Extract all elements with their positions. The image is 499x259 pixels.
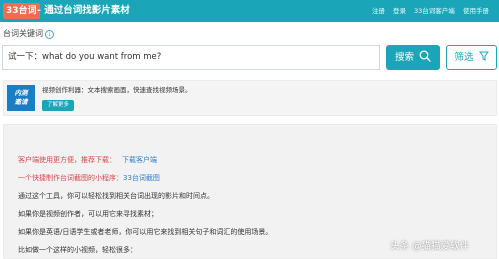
nav-client[interactable]: 33台词客户端 (414, 0, 455, 22)
search-button[interactable]: 搜索 (386, 45, 440, 70)
top-bar: 33台词 - 通过台词找影片素材 注册 登录 33台词客户端 使用手册 (0, 0, 499, 22)
search-label-text: 台词关键词 (3, 29, 43, 38)
download-prompt: 客户端使用更方便，推荐下载： (18, 156, 116, 164)
promo-logo: 内测 邀请 (7, 85, 35, 111)
search-label: 台词关键词 i (3, 28, 54, 40)
download-line: 客户端使用更方便，推荐下载： 下载客户端 (18, 155, 157, 166)
site-logo[interactable]: 33台词 (3, 3, 40, 19)
filter-icon (478, 51, 489, 61)
download-client-link[interactable]: 下载客户端 (122, 156, 157, 164)
site-title: - 通过台词找影片素材 (37, 5, 130, 16)
promo-text: 视频创作利器：文本搜索画面，快速查找视频场景。 (42, 86, 192, 94)
search-input[interactable]: 试一下：what do you want from me? (2, 45, 380, 70)
miniprogram-line: 一个快捷制作台词截图的小程序：33台词截图 (18, 173, 160, 184)
intro-text-1: 通过这个工具，你可以轻松找到相关台词出现的影片和时间点。 (18, 192, 214, 200)
learn-more-button[interactable]: 了解更多 (42, 100, 75, 111)
promo-logo-line2: 邀请 (14, 98, 28, 106)
intro-panel: 客户端使用更方便，推荐下载： 下载客户端 一个快捷制作台词截图的小程序：33台词截… (3, 124, 497, 259)
nav-login[interactable]: 登录 (393, 0, 406, 22)
filter-button[interactable]: 筛选 (446, 45, 497, 70)
intro-text-2: 如果你是视频创作者，可以用它来寻找素材； (18, 210, 158, 218)
promo-banner: 内测 邀请 视频创作利器：文本搜索画面，快速查找视频场景。 了解更多 (3, 80, 497, 116)
nav-register[interactable]: 注册 (372, 0, 385, 22)
nav-manual[interactable]: 使用手册 (463, 0, 489, 22)
search-icon (419, 50, 431, 62)
miniprogram-link[interactable]: 33台词截图 (123, 174, 160, 182)
filter-button-label: 筛选 (454, 52, 474, 63)
miniprogram-prompt: 一个快捷制作台词截图的小程序： (18, 174, 123, 182)
promo-logo-line1: 内测 (14, 89, 28, 97)
intro-text-4: 比如做一个这样的小视频，轻松很多： (18, 246, 137, 254)
search-button-label: 搜索 (394, 52, 414, 63)
watermark: 头条 @猫猫爱软件 (390, 241, 470, 252)
info-icon[interactable]: i (45, 30, 54, 39)
intro-text-3: 如果你是英语/日语学生或者老师，你可以用它来找到相关句子和词汇的使用场景。 (18, 228, 273, 236)
